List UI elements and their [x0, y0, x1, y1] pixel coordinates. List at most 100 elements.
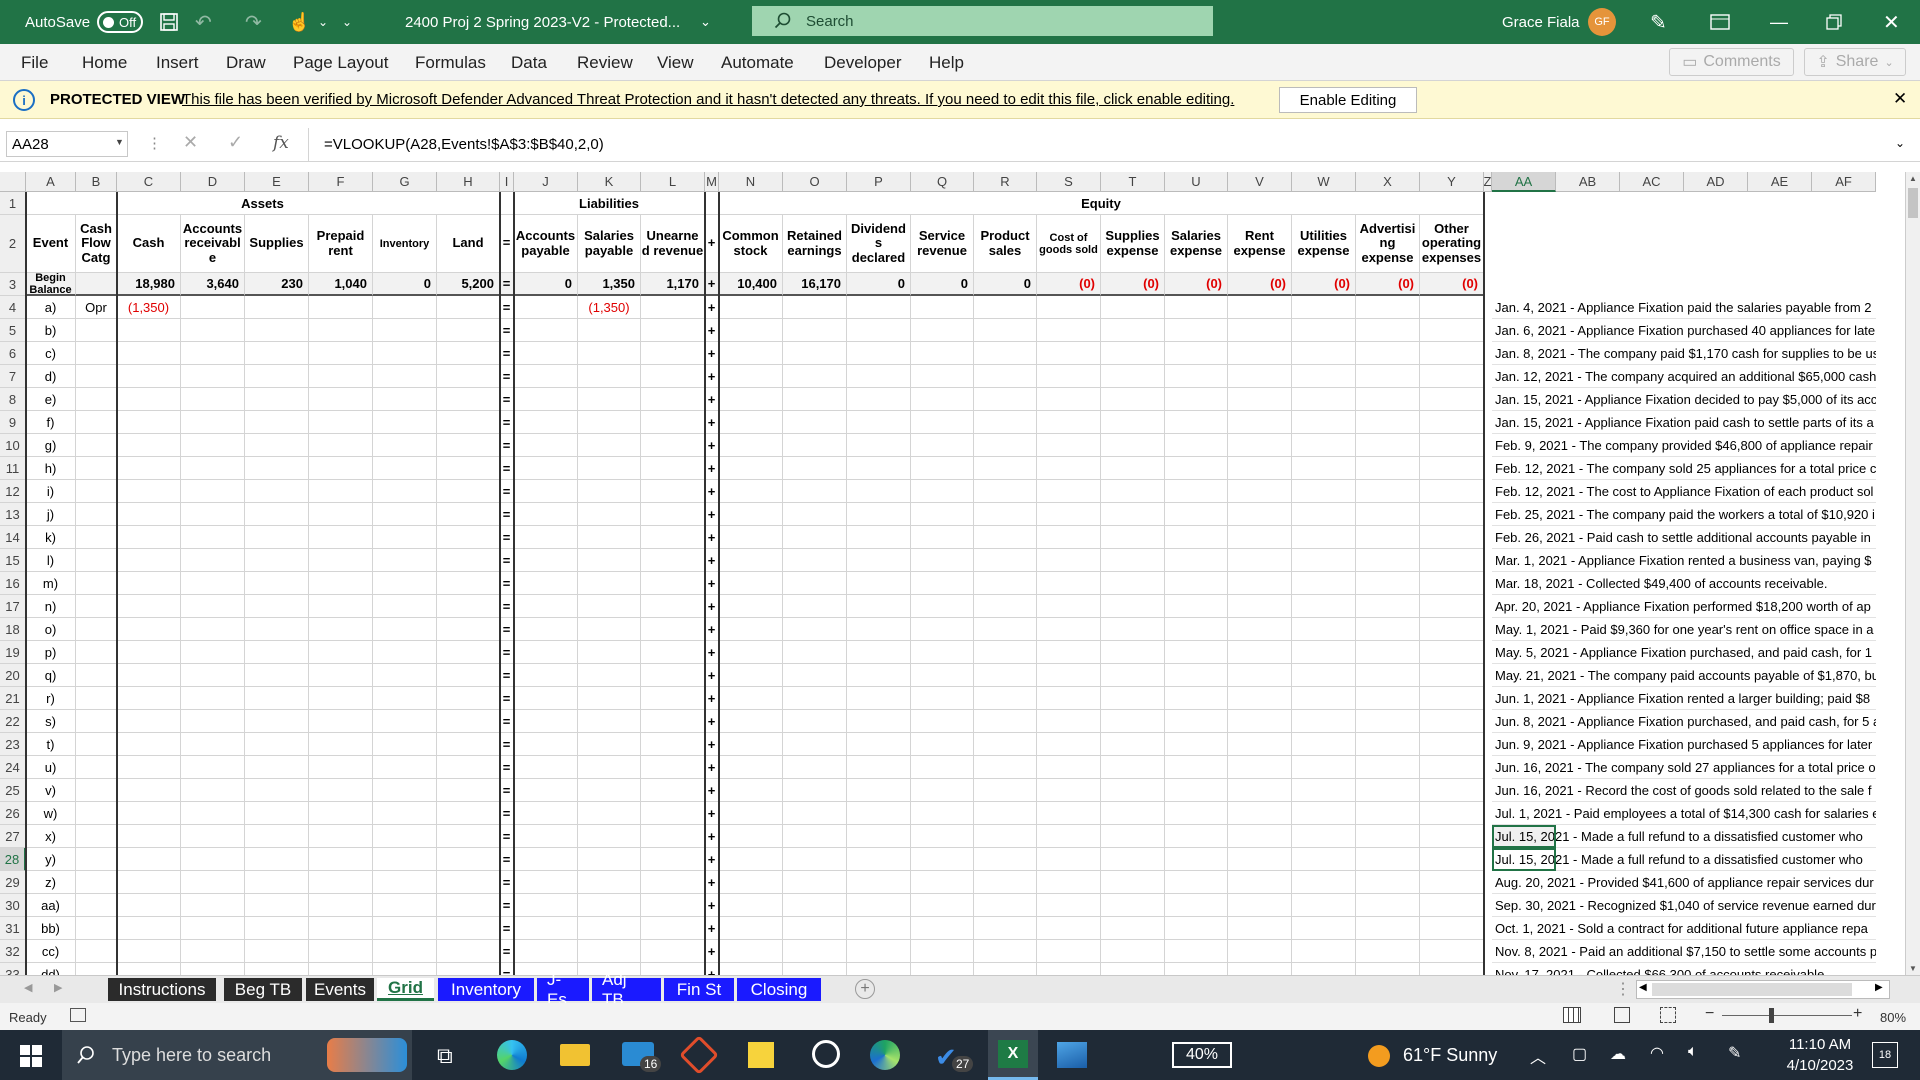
cell-h9[interactable]: [437, 411, 500, 434]
event-label[interactable]: s): [26, 710, 76, 733]
cell-w26[interactable]: [1292, 802, 1356, 825]
begin-balance-v[interactable]: (0): [1228, 273, 1292, 296]
cell-g13[interactable]: [373, 503, 437, 526]
cell-g20[interactable]: [373, 664, 437, 687]
row-header-4[interactable]: 4: [0, 296, 26, 319]
cell-c19[interactable]: [117, 641, 181, 664]
cell-u11[interactable]: [1165, 457, 1228, 480]
cell-f27[interactable]: [309, 825, 373, 848]
cell-h23[interactable]: [437, 733, 500, 756]
cell-j29[interactable]: [514, 871, 578, 894]
cell-t14[interactable]: [1101, 526, 1165, 549]
cell-r20[interactable]: [974, 664, 1037, 687]
battery-indicator[interactable]: 40%: [1172, 1042, 1232, 1068]
cell-n5[interactable]: [719, 319, 783, 342]
cell-e4[interactable]: [245, 296, 309, 319]
cell-b4[interactable]: Opr: [76, 296, 117, 319]
cell-o33[interactable]: [783, 963, 847, 975]
select-all-corner[interactable]: [0, 172, 26, 192]
cell-x10[interactable]: [1356, 434, 1420, 457]
cell-u25[interactable]: [1165, 779, 1228, 802]
cell-m27[interactable]: +: [705, 825, 719, 848]
column-header-r[interactable]: R: [974, 172, 1037, 192]
cell-f16[interactable]: [309, 572, 373, 595]
cell-p14[interactable]: [847, 526, 911, 549]
cell-h4[interactable]: [437, 296, 500, 319]
pen-tray-icon[interactable]: ✎: [1728, 1043, 1741, 1063]
cell-n9[interactable]: [719, 411, 783, 434]
cell-x17[interactable]: [1356, 595, 1420, 618]
cell-y29[interactable]: [1420, 871, 1484, 894]
cell-p22[interactable]: [847, 710, 911, 733]
cell-s14[interactable]: [1037, 526, 1101, 549]
column-header-p[interactable]: P: [847, 172, 911, 192]
cell-f6[interactable]: [309, 342, 373, 365]
row-header-28[interactable]: 28: [0, 848, 26, 871]
cell-y20[interactable]: [1420, 664, 1484, 687]
cell-o5[interactable]: [783, 319, 847, 342]
row-header-19[interactable]: 19: [0, 641, 26, 664]
sheet-tab-beg-tb[interactable]: Beg TB: [224, 978, 302, 1001]
event-description[interactable]: Jun. 9, 2021 - Appliance Fixation purcha…: [1492, 733, 1876, 756]
cell-u4[interactable]: [1165, 296, 1228, 319]
cell-w8[interactable]: [1292, 388, 1356, 411]
cell-b32[interactable]: [76, 940, 117, 963]
cell-c14[interactable]: [117, 526, 181, 549]
cell-y9[interactable]: [1420, 411, 1484, 434]
cell-w23[interactable]: [1292, 733, 1356, 756]
cell-k16[interactable]: [578, 572, 641, 595]
cell-c22[interactable]: [117, 710, 181, 733]
cell-s13[interactable]: [1037, 503, 1101, 526]
cell-w29[interactable]: [1292, 871, 1356, 894]
cell-t26[interactable]: [1101, 802, 1165, 825]
cell-e7[interactable]: [245, 365, 309, 388]
row-header-2[interactable]: 2: [0, 215, 26, 273]
tab-page-layout[interactable]: Page Layout: [293, 53, 388, 73]
tab-splitter[interactable]: ⋮: [1615, 979, 1631, 999]
cell-e18[interactable]: [245, 618, 309, 641]
event-label[interactable]: m): [26, 572, 76, 595]
clock-date[interactable]: 4/10/2023: [1775, 1057, 1865, 1074]
cell-r15[interactable]: [974, 549, 1037, 572]
cell-b5[interactable]: [76, 319, 117, 342]
cell-x18[interactable]: [1356, 618, 1420, 641]
scroll-left-icon[interactable]: ◀: [24, 981, 32, 994]
cell-j15[interactable]: [514, 549, 578, 572]
cell-q30[interactable]: [911, 894, 974, 917]
column-header-t[interactable]: T: [1101, 172, 1165, 192]
cell-l27[interactable]: [641, 825, 705, 848]
cell-f13[interactable]: [309, 503, 373, 526]
cell-m33[interactable]: +: [705, 963, 719, 975]
cell-c15[interactable]: [117, 549, 181, 572]
cell-k15[interactable]: [578, 549, 641, 572]
cell-w11[interactable]: [1292, 457, 1356, 480]
cell-g23[interactable]: [373, 733, 437, 756]
cell-k24[interactable]: [578, 756, 641, 779]
cell-s28[interactable]: [1037, 848, 1101, 871]
customize-toolbar-icon[interactable]: ⌄: [342, 0, 352, 44]
event-label[interactable]: h): [26, 457, 76, 480]
cell-n25[interactable]: [719, 779, 783, 802]
cell-w25[interactable]: [1292, 779, 1356, 802]
cell-h22[interactable]: [437, 710, 500, 733]
cell-w6[interactable]: [1292, 342, 1356, 365]
cell-w7[interactable]: [1292, 365, 1356, 388]
cell-r5[interactable]: [974, 319, 1037, 342]
cell-c7[interactable]: [117, 365, 181, 388]
sheet-tab-j-es[interactable]: J-Es: [537, 970, 589, 1009]
sheet-tab-closing[interactable]: Closing: [737, 978, 821, 1001]
cell-t4[interactable]: [1101, 296, 1165, 319]
cell-v10[interactable]: [1228, 434, 1292, 457]
cell-f12[interactable]: [309, 480, 373, 503]
cell-v11[interactable]: [1228, 457, 1292, 480]
cell-n33[interactable]: [719, 963, 783, 975]
event-label[interactable]: o): [26, 618, 76, 641]
cell-u12[interactable]: [1165, 480, 1228, 503]
cell-k18[interactable]: [578, 618, 641, 641]
cell-s25[interactable]: [1037, 779, 1101, 802]
cell-i6[interactable]: =: [500, 342, 514, 365]
cell-w19[interactable]: [1292, 641, 1356, 664]
cell-e21[interactable]: [245, 687, 309, 710]
cell-t31[interactable]: [1101, 917, 1165, 940]
app-icon-orange[interactable]: [679, 1035, 719, 1075]
